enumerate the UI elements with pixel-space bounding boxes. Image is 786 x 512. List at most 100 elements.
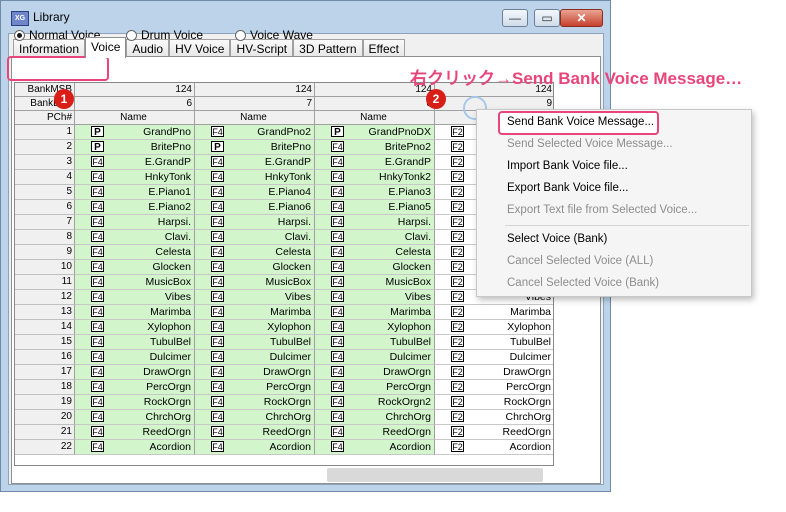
title-bar[interactable]: XG Library — ▭ ✕	[1, 1, 610, 31]
voice-cell[interactable]: F4 DrawOrgn	[315, 365, 435, 380]
voice-cell[interactable]: F2 TubulBel	[435, 335, 553, 350]
minimize-button[interactable]: —	[502, 9, 528, 27]
table-row[interactable]: 14 F4 Xylophon F4 Xylophon F4 Xylophon F2 Xyloph…	[15, 320, 553, 335]
voice-cell[interactable]: F4 Acordion	[75, 440, 195, 455]
voice-cell[interactable]: F4 E.GrandP	[75, 155, 195, 170]
voice-cell[interactable]: F2 ChrchOrg	[435, 410, 553, 425]
voice-cell[interactable]: F4 Xylophon	[195, 320, 315, 335]
horizontal-scrollbar-thumb[interactable]	[327, 468, 543, 482]
voice-cell[interactable]: F4 Xylophon	[315, 320, 435, 335]
voice-cell[interactable]: F4 ReedOrgn	[315, 425, 435, 440]
menu-item-export-bank-voice-file[interactable]: Export Bank Voice file...	[507, 182, 628, 194]
voice-cell[interactable]: F4 E.Piano5	[315, 200, 435, 215]
menu-item-select-voice-bank[interactable]: Select Voice (Bank)	[507, 233, 607, 245]
voice-cell[interactable]: F4 E.Piano1	[75, 185, 195, 200]
name-column-header[interactable]: Name	[195, 111, 315, 125]
voice-cell[interactable]: F4 HnkyTonk2	[315, 170, 435, 185]
voice-cell[interactable]: F2 RockOrgn	[435, 395, 553, 410]
voice-cell[interactable]: F4 PercOrgn	[315, 380, 435, 395]
table-row[interactable]: 13 F4 Marimba F4 Marimba F4 Marimba F2 Marimba	[15, 305, 553, 320]
table-row[interactable]: 21 F4 ReedOrgn F4 ReedOrgn F4 ReedOrgn F2 ReedOr…	[15, 425, 553, 440]
voice-cell[interactable]: F4 Marimba	[75, 305, 195, 320]
table-row[interactable]: 11 F4 MusicBox F4 MusicBox F4 MusicBox F2	[15, 275, 553, 290]
voice-cell[interactable]: P BritePno	[75, 140, 195, 155]
voice-cell[interactable]: F2 DrawOrgn	[435, 365, 553, 380]
name-column-header[interactable]: Name	[315, 111, 435, 125]
voice-cell[interactable]: F4 Vibes	[75, 290, 195, 305]
voice-cell[interactable]: F4 PercOrgn	[75, 380, 195, 395]
voice-cell[interactable]: F4 Marimba	[315, 305, 435, 320]
voice-cell[interactable]: F4 Harpsi.	[315, 215, 435, 230]
voice-cell[interactable]: F4 E.GrandP	[195, 155, 315, 170]
voice-cell[interactable]: F4 Acordion	[315, 440, 435, 455]
voice-cell[interactable]: F4 Celesta	[75, 245, 195, 260]
voice-cell[interactable]: F4 Dulcimer	[75, 350, 195, 365]
voice-cell[interactable]: F4 TubulBel	[195, 335, 315, 350]
voice-cell[interactable]: F4 ReedOrgn	[75, 425, 195, 440]
table-row[interactable]: 16 F4 Dulcimer F4 Dulcimer F4 Dulcimer F2 Dulcim…	[15, 350, 553, 365]
voice-cell[interactable]: F4 RockOrgn2	[315, 395, 435, 410]
voice-cell[interactable]: F4 E.Piano3	[315, 185, 435, 200]
maximize-button[interactable]: ▭	[534, 9, 560, 27]
table-row[interactable]: 6 F4 E.Piano2 F4 E.Piano6 F4 E.Piano5 F2	[15, 200, 553, 215]
voice-cell[interactable]: F2 ReedOrgn	[435, 425, 553, 440]
voice-cell[interactable]: F4 Glocken	[195, 260, 315, 275]
voice-cell[interactable]: F4 Clavi.	[315, 230, 435, 245]
voice-cell[interactable]: F4 Clavi.	[195, 230, 315, 245]
voice-cell[interactable]: F4 MusicBox	[75, 275, 195, 290]
voice-cell[interactable]: P GrandPno	[75, 125, 195, 140]
voice-cell[interactable]: F4 Celesta	[315, 245, 435, 260]
table-row[interactable]: 8 F4 Clavi. F4 Clavi. F4 Clavi. F2	[15, 230, 553, 245]
voice-cell[interactable]: F2 Xylophon	[435, 320, 553, 335]
table-row[interactable]: 20 F4 ChrchOrg F4 ChrchOrg F4 ChrchOrg F2 ChrchO…	[15, 410, 553, 425]
tab-effect[interactable]: Effect	[362, 39, 405, 57]
table-row[interactable]: 4 F4 HnkyTonk F4 HnkyTonk F4 HnkyTonk2 F2	[15, 170, 553, 185]
voice-cell[interactable]: F4 HnkyTonk	[75, 170, 195, 185]
voice-cell[interactable]: F4 E.Piano6	[195, 200, 315, 215]
name-column-header[interactable]: Name	[75, 111, 195, 125]
table-row[interactable]: 18 F4 PercOrgn F4 PercOrgn F4 PercOrgn F2 PercOr…	[15, 380, 553, 395]
voice-cell[interactable]: F4 DrawOrgn	[195, 365, 315, 380]
tab-voice[interactable]: Voice	[85, 37, 127, 58]
voice-cell[interactable]: F4 Vibes	[315, 290, 435, 305]
voice-cell[interactable]: F4 HnkyTonk	[195, 170, 315, 185]
voice-cell[interactable]: F4 Vibes	[195, 290, 315, 305]
voice-cell[interactable]: F4 Glocken	[315, 260, 435, 275]
voice-cell[interactable]: F4 DrawOrgn	[75, 365, 195, 380]
voice-cell[interactable]: F4 ChrchOrg	[315, 410, 435, 425]
voice-cell[interactable]: F4 ReedOrgn	[195, 425, 315, 440]
voice-cell[interactable]: F4 E.GrandP	[315, 155, 435, 170]
table-row[interactable]: 7 F4 Harpsi. F4 Harpsi. F4 Harpsi. F2	[15, 215, 553, 230]
table-row[interactable]: 10 F4 Glocken F4 Glocken F4 Glocken F2	[15, 260, 553, 275]
voice-cell[interactable]: F4 Clavi.	[75, 230, 195, 245]
menu-item-send-bank-voice-message[interactable]: Send Bank Voice Message...	[507, 116, 654, 128]
voice-cell[interactable]: F4 MusicBox	[315, 275, 435, 290]
table-row[interactable]: 22 F4 Acordion F4 Acordion F4 Acordion F2 Acordi…	[15, 440, 553, 455]
voice-cell[interactable]: F4 Celesta	[195, 245, 315, 260]
table-row[interactable]: 12 F4 Vibes F4 Vibes F4 Vibes F2 Vibes	[15, 290, 553, 305]
voice-cell[interactable]: F4 MusicBox	[195, 275, 315, 290]
voice-cell[interactable]: F4 Glocken	[75, 260, 195, 275]
voice-cell[interactable]: F2 Dulcimer	[435, 350, 553, 365]
voice-cell[interactable]: F4 Marimba	[195, 305, 315, 320]
menu-item-import-bank-voice-file[interactable]: Import Bank Voice file...	[507, 160, 628, 172]
voice-cell[interactable]: F2 Marimba	[435, 305, 553, 320]
voice-cell[interactable]: F4 ChrchOrg	[75, 410, 195, 425]
voice-cell[interactable]: F4 Dulcimer	[315, 350, 435, 365]
table-row[interactable]: 17 F4 DrawOrgn F4 DrawOrgn F4 DrawOrgn F2 DrawOr…	[15, 365, 553, 380]
voice-cell[interactable]: F4 TubulBel	[315, 335, 435, 350]
voice-cell[interactable]: F2 Acordion	[435, 440, 553, 455]
voice-cell[interactable]: F2 PercOrgn	[435, 380, 553, 395]
radio-voice-wave[interactable]: Voice Wave	[235, 28, 313, 42]
voice-cell[interactable]: F4 Harpsi.	[195, 215, 315, 230]
voice-cell[interactable]: F4 Acordion	[195, 440, 315, 455]
voice-cell[interactable]: F4 RockOrgn	[75, 395, 195, 410]
voice-cell[interactable]: F4 GrandPno2	[195, 125, 315, 140]
table-row[interactable]: 3 F4 E.GrandP F4 E.GrandP F4 E.GrandP F2	[15, 155, 553, 170]
voice-cell[interactable]: F4 Xylophon	[75, 320, 195, 335]
voice-cell[interactable]: F4 BritePno2	[315, 140, 435, 155]
voice-cell[interactable]: F4 TubulBel	[75, 335, 195, 350]
voice-cell[interactable]: F4 Harpsi.	[75, 215, 195, 230]
radio-drum-voice[interactable]: Drum Voice	[126, 28, 203, 42]
voice-grid[interactable]: BankMSB 124 124 124 124 BankLSB 6 7 8 9 …	[14, 82, 554, 466]
